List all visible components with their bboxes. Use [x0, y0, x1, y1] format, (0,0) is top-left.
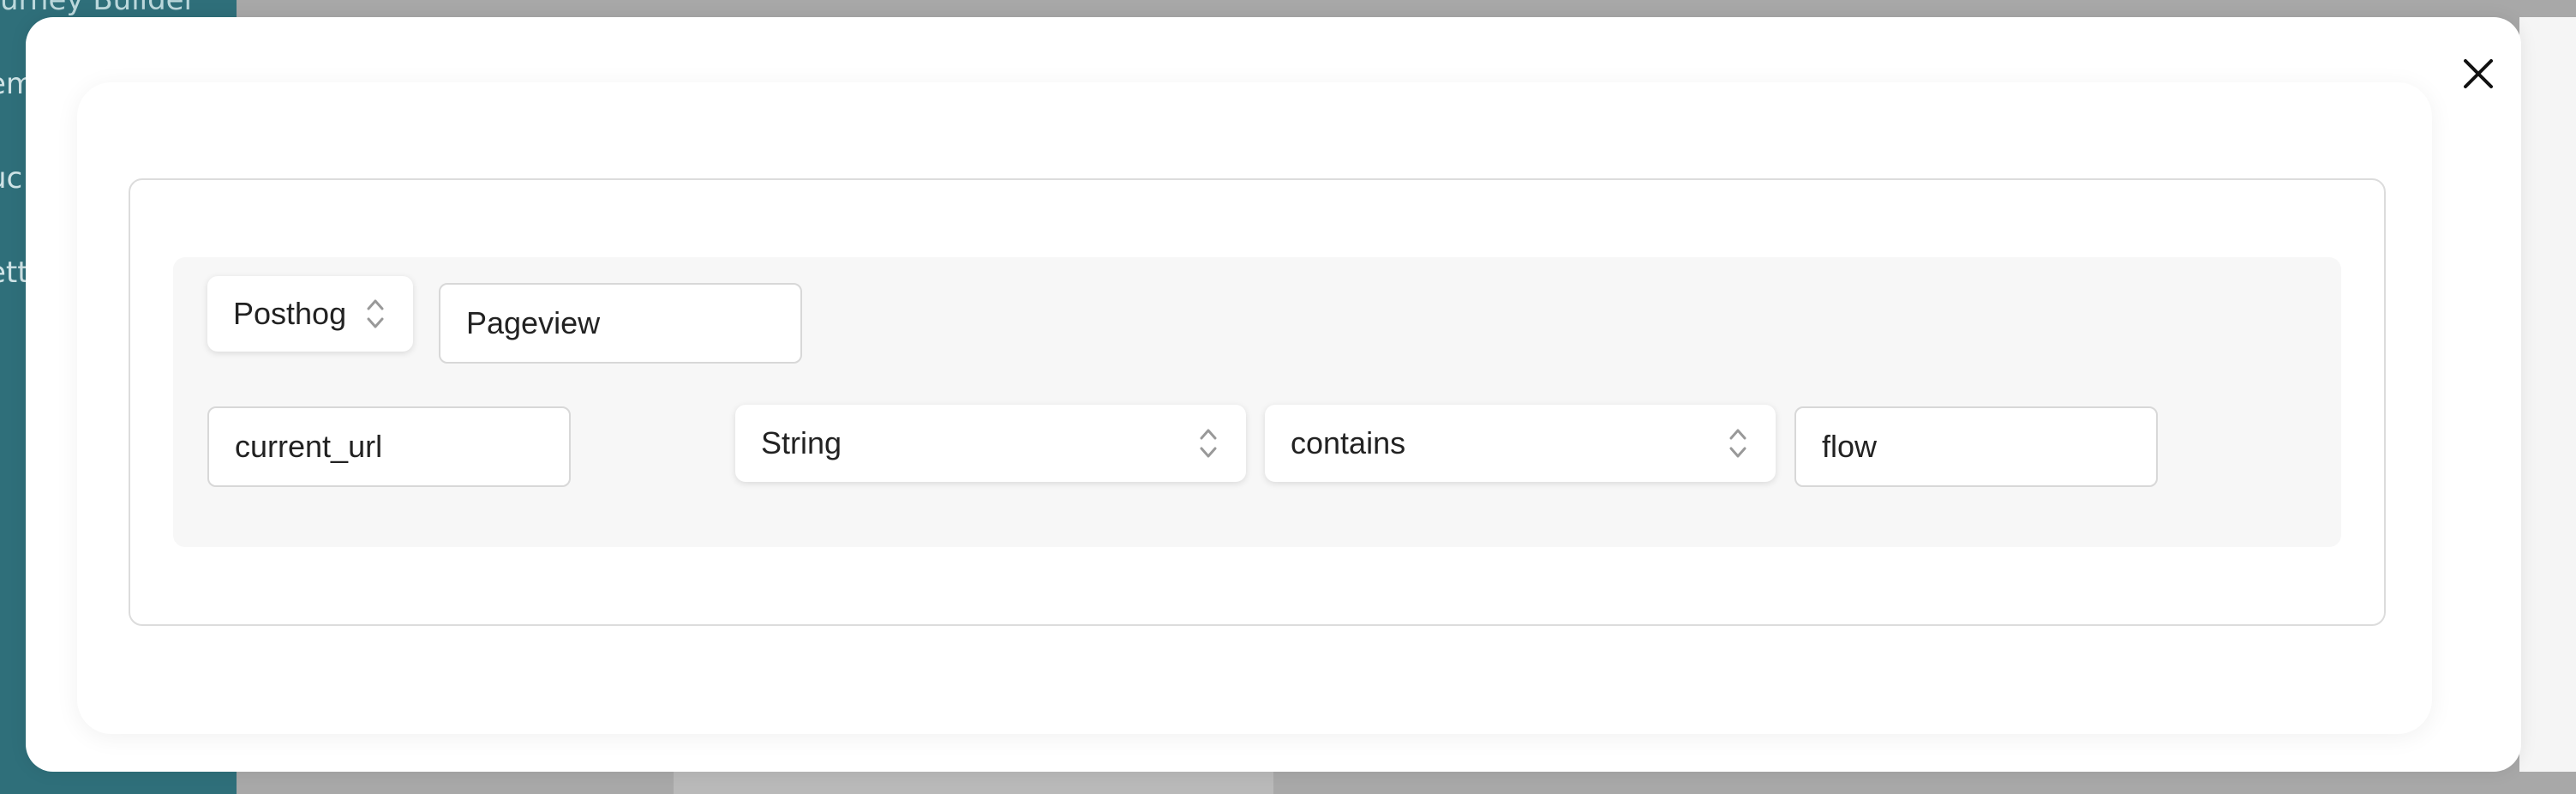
- event-name-input[interactable]: Pageview: [439, 283, 802, 364]
- filter-rule-row: Posthog Pageview current_url String cont…: [173, 257, 2341, 547]
- operator-select[interactable]: contains: [1265, 405, 1776, 482]
- comparison-value: flow: [1822, 429, 1878, 464]
- type-select-value: String: [761, 425, 842, 460]
- background-sidebar-item: ett: [0, 256, 29, 290]
- background-sidebar-title: urney Builder: [0, 0, 196, 17]
- modal-dialog: Posthog Pageview current_url String cont…: [26, 17, 2521, 772]
- background-sidebar-item: uc: [0, 161, 23, 195]
- provider-select-value: Posthog: [233, 296, 347, 331]
- filter-panel: Posthog Pageview current_url String cont…: [129, 178, 2386, 626]
- modal-card: Posthog Pageview current_url String cont…: [77, 82, 2432, 734]
- type-select[interactable]: String: [735, 405, 1246, 482]
- close-button[interactable]: [2458, 53, 2499, 94]
- provider-select[interactable]: Posthog: [207, 276, 413, 352]
- property-name-value: current_url: [235, 429, 383, 464]
- property-name-input[interactable]: current_url: [207, 406, 571, 487]
- comparison-value-input[interactable]: flow: [1794, 406, 2158, 487]
- chevron-updown-icon: [1200, 429, 1217, 458]
- background-right-panel: [2519, 17, 2576, 772]
- operator-select-value: contains: [1291, 425, 1406, 460]
- background-strip: [674, 770, 1273, 794]
- event-name-value: Pageview: [466, 305, 601, 340]
- chevron-updown-icon: [1729, 429, 1746, 458]
- close-icon: [2464, 59, 2493, 88]
- chevron-updown-icon: [367, 299, 384, 328]
